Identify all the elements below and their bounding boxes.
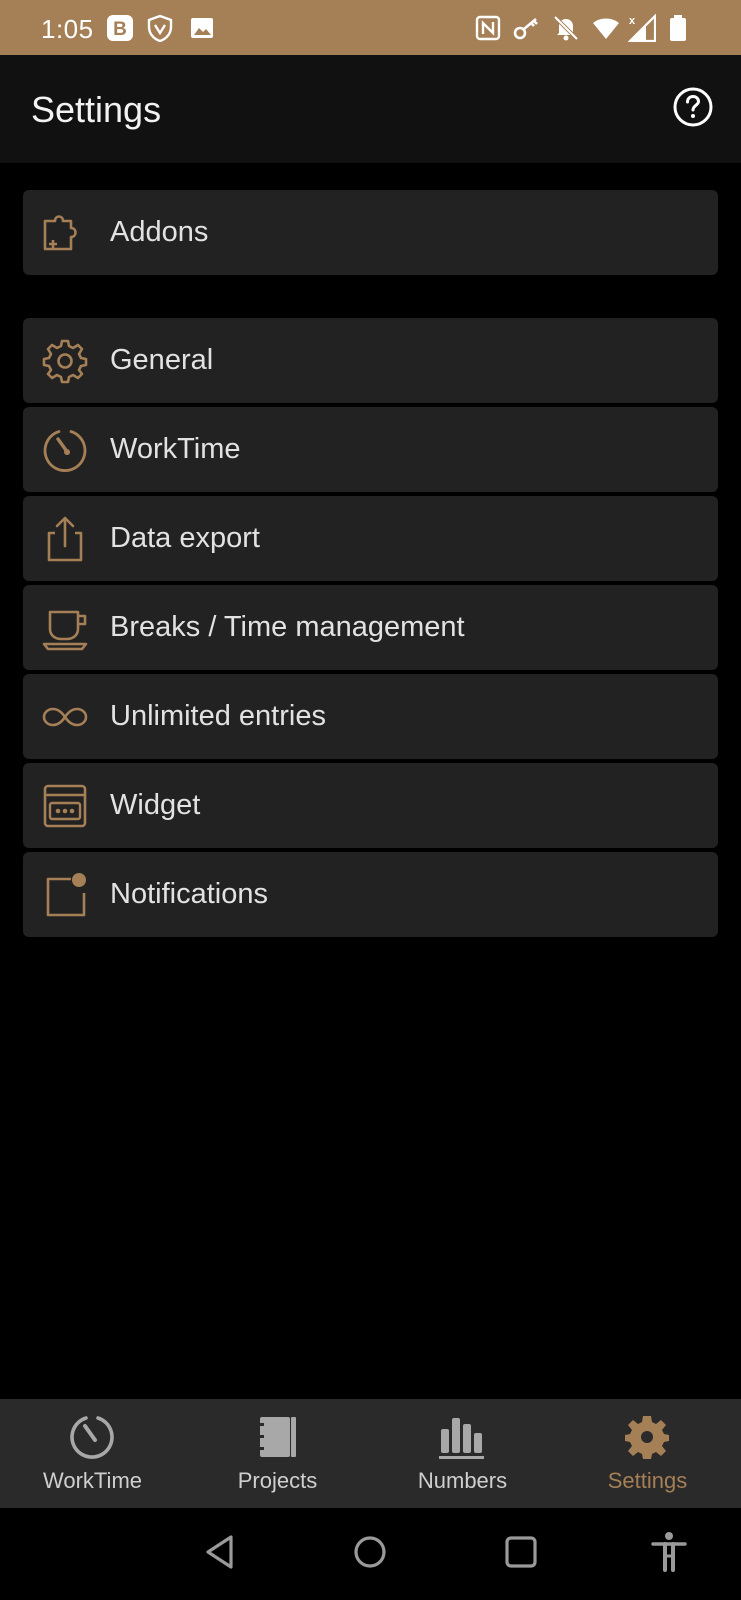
nav-tab-label: Numbers xyxy=(417,1468,508,1493)
status-bar: 1:05 B x xyxy=(0,0,741,55)
coffee-cup-icon xyxy=(42,610,88,651)
notification-icon xyxy=(46,873,86,917)
svg-text:B: B xyxy=(113,19,127,40)
nav-tab-worktime[interactable]: WorkTime xyxy=(0,1399,185,1508)
settings-item-label: Data export xyxy=(110,522,260,554)
export-icon xyxy=(47,516,83,562)
settings-item-label: Breaks / Time management xyxy=(110,611,465,643)
bottom-nav: WorkTime Projects Numbers Settings xyxy=(0,1399,741,1508)
settings-item-data-export[interactable]: Data export xyxy=(23,496,718,581)
gear-icon xyxy=(42,339,88,384)
signal-icon: x xyxy=(628,14,656,42)
wifi-icon xyxy=(593,18,619,39)
settings-item-unlimited-entries[interactable]: Unlimited entries xyxy=(23,674,718,759)
accessibility-icon[interactable] xyxy=(647,1530,691,1574)
settings-item-label: General xyxy=(110,344,214,376)
settings-item-label: WorkTime xyxy=(110,433,241,465)
nav-tab-label: WorkTime xyxy=(43,1468,142,1493)
settings-item-label: Notifications xyxy=(110,878,268,910)
help-circle-icon[interactable] xyxy=(672,86,714,128)
nfc-icon xyxy=(475,15,501,41)
infinity-icon xyxy=(42,707,88,727)
status-time: 1:05 xyxy=(41,14,94,44)
gear-icon xyxy=(625,1416,669,1459)
b-app-icon: B xyxy=(107,15,133,41)
settings-item-worktime[interactable]: WorkTime xyxy=(23,407,718,492)
settings-item-breaks[interactable]: Breaks / Time management xyxy=(23,585,718,670)
app-bar: Settings xyxy=(0,55,741,163)
recents-icon[interactable] xyxy=(499,1530,543,1574)
bar-chart-icon xyxy=(439,1418,484,1459)
widget-icon xyxy=(43,784,87,828)
settings-item-label: Addons xyxy=(110,216,209,248)
nav-tab-settings[interactable]: Settings xyxy=(555,1399,740,1508)
timer-icon xyxy=(70,1416,114,1459)
svg-text:x: x xyxy=(629,15,636,27)
puzzle-icon xyxy=(43,215,77,251)
home-icon[interactable] xyxy=(348,1530,392,1574)
page-title: Settings xyxy=(31,89,162,130)
nav-tab-label: Projects xyxy=(237,1468,318,1493)
settings-item-label: Widget xyxy=(110,789,201,821)
image-icon xyxy=(191,18,213,38)
nav-tab-numbers[interactable]: Numbers xyxy=(370,1399,555,1508)
back-icon[interactable] xyxy=(198,1530,242,1574)
settings-item-widget[interactable]: Widget xyxy=(23,763,718,848)
settings-item-general[interactable]: General xyxy=(23,318,718,403)
key-icon xyxy=(513,18,538,40)
settings-item-label: Unlimited entries xyxy=(110,700,326,732)
vpn-shield-icon xyxy=(147,14,173,42)
nav-tab-label: Settings xyxy=(607,1468,688,1493)
settings-item-notifications[interactable]: Notifications xyxy=(23,852,718,937)
nav-tab-projects[interactable]: Projects xyxy=(185,1399,370,1508)
timer-icon xyxy=(43,430,87,472)
notebook-icon xyxy=(258,1417,296,1457)
system-navigation-bar xyxy=(0,1508,741,1600)
bell-off-icon xyxy=(553,15,579,41)
battery-icon xyxy=(670,15,686,41)
settings-item-addons[interactable]: Addons xyxy=(23,190,718,275)
